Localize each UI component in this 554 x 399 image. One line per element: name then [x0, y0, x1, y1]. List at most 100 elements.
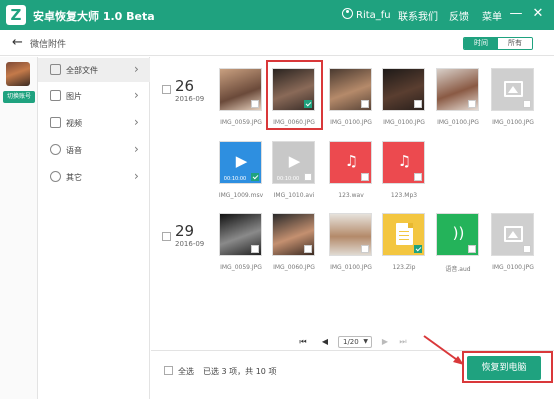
file-checkbox[interactable] — [251, 173, 259, 181]
back-arrow-icon[interactable]: ← — [12, 35, 23, 50]
image-placeholder-icon — [504, 226, 523, 242]
file-name: 123.wav — [338, 192, 364, 199]
sidebar-item-label: 图片 — [66, 92, 82, 101]
sidebar-item-label: 语音 — [66, 146, 82, 155]
file-thumbnail[interactable] — [329, 213, 372, 256]
file-grid: 26 2016-09 IMG_0059.JPG IMG_0060.JPG IMG… — [151, 57, 554, 399]
sidebar-item-voice[interactable]: 语音 › — [38, 138, 150, 162]
sidebar-item-videos[interactable]: 视频 › — [38, 111, 150, 135]
file-checkbox[interactable] — [361, 173, 369, 181]
group-date: 2016-09 — [175, 95, 205, 103]
file-name: IMG_0100.JPG — [492, 264, 534, 271]
page-select[interactable]: 1/20 ▼ — [338, 336, 372, 348]
view-toggle: 时间 所有 — [463, 37, 533, 50]
file-thumbnail[interactable] — [436, 68, 479, 111]
sidebar-item-label: 全部文件 — [66, 66, 98, 75]
chevron-down-icon: ▼ — [363, 338, 368, 345]
file-checkbox[interactable] — [361, 100, 369, 108]
group-day: 29 — [175, 222, 195, 240]
user-name: Rita_fu — [356, 10, 391, 21]
avatar — [6, 62, 30, 86]
file-name: 123.Zip — [392, 264, 416, 271]
image-icon — [50, 90, 61, 101]
file-name: 语音.aud — [445, 266, 471, 273]
contact-us-link[interactable]: 联系我们 — [398, 8, 438, 23]
chevron-right-icon: › — [134, 142, 139, 156]
file-checkbox[interactable] — [304, 245, 312, 253]
recover-button-highlight — [462, 351, 553, 383]
selection-info: 已选 3 项，共 10 项 — [203, 367, 277, 376]
file-checkbox[interactable] — [414, 173, 422, 181]
switch-account-button[interactable]: 切换账号 — [3, 91, 35, 103]
file-checkbox[interactable] — [361, 245, 369, 253]
user-account[interactable]: Rita_fu — [342, 8, 391, 21]
file-checkbox[interactable] — [251, 100, 259, 108]
file-thumbnail[interactable] — [219, 213, 262, 256]
user-icon — [342, 8, 353, 19]
select-all-label[interactable]: 全选 — [178, 366, 194, 377]
chevron-right-icon: › — [134, 115, 139, 129]
sidebar-item-all-files[interactable]: 全部文件 › — [38, 58, 150, 82]
chevron-right-icon: › — [134, 169, 139, 183]
file-thumbnail[interactable]: ♫ — [329, 141, 372, 184]
file-checkbox[interactable] — [251, 245, 259, 253]
file-thumbnail[interactable] — [272, 213, 315, 256]
page-select-value: 1/20 — [343, 338, 359, 346]
file-name: IMG_1009.msv — [218, 192, 264, 199]
tab-time[interactable]: 时间 — [464, 38, 498, 49]
file-thumbnail[interactable] — [491, 213, 534, 256]
group-checkbox[interactable] — [162, 85, 171, 94]
next-page-icon[interactable]: ▶ — [380, 336, 390, 348]
file-name: 123.Mp3 — [390, 192, 418, 199]
music-note-icon: ♫ — [397, 152, 412, 170]
file-checkbox[interactable] — [414, 100, 422, 108]
file-thumbnail[interactable] — [382, 213, 425, 256]
file-thumbnail[interactable]: ♫ — [382, 141, 425, 184]
file-checkbox[interactable] — [523, 245, 531, 253]
video-camera-icon: ▶ — [235, 152, 248, 170]
close-icon[interactable]: ✕ — [530, 6, 546, 21]
minimize-icon[interactable]: — — [508, 6, 524, 21]
file-thumbnail[interactable]: ▶ 00:10:00 — [272, 141, 315, 184]
file-name: IMG_1010.avi — [273, 192, 315, 199]
file-name: IMG_0060.JPG — [273, 264, 315, 271]
music-note-icon: ♫ — [344, 152, 359, 170]
last-page-icon[interactable]: ⏭ — [398, 336, 408, 348]
file-checkbox[interactable] — [304, 173, 312, 181]
file-thumbnail[interactable] — [219, 68, 262, 111]
file-thumbnail[interactable]: )) — [436, 213, 479, 256]
file-name: IMG_0059.JPG — [220, 119, 262, 126]
other-icon — [50, 171, 61, 182]
image-placeholder-icon — [504, 81, 523, 97]
file-thumbnail[interactable]: ▶ 00:10:00 — [219, 141, 262, 184]
file-name: IMG_0100.JPG — [437, 119, 479, 126]
video-duration: 00:10:00 — [223, 176, 247, 182]
group-day: 26 — [175, 77, 195, 95]
category-sidebar: 全部文件 › 图片 › 视频 › 语音 › 其它 › — [38, 57, 150, 399]
sidebar-item-other[interactable]: 其它 › — [38, 165, 150, 189]
file-thumbnail[interactable] — [382, 68, 425, 111]
document-icon — [396, 223, 413, 245]
file-thumbnail[interactable] — [491, 68, 534, 111]
file-thumbnail[interactable] — [329, 68, 372, 111]
file-name: IMG_0100.JPG — [330, 119, 372, 126]
group-checkbox[interactable] — [162, 232, 171, 241]
select-all-checkbox[interactable] — [164, 366, 173, 375]
file-checkbox[interactable] — [468, 245, 476, 253]
menu-link[interactable]: 菜单 — [482, 8, 502, 23]
file-checkbox[interactable] — [414, 245, 422, 253]
feedback-link[interactable]: 反馈 — [449, 8, 469, 23]
app-logo: Z — [6, 5, 26, 25]
sidebar-item-images[interactable]: 图片 › — [38, 84, 150, 108]
prev-page-icon[interactable]: ◀ — [320, 336, 330, 348]
file-name: IMG_0100.JPG — [492, 119, 534, 126]
voice-icon — [50, 144, 61, 155]
sidebar-item-label: 其它 — [66, 173, 82, 182]
voice-wave-icon: )) — [452, 224, 465, 242]
file-checkbox[interactable] — [523, 100, 531, 108]
account-sidebar: 切换账号 — [0, 57, 38, 399]
file-checkbox[interactable] — [468, 100, 476, 108]
tab-all[interactable]: 所有 — [498, 38, 532, 49]
sidebar-item-label: 视频 — [66, 119, 82, 128]
first-page-icon[interactable]: ⏮ — [298, 336, 308, 348]
